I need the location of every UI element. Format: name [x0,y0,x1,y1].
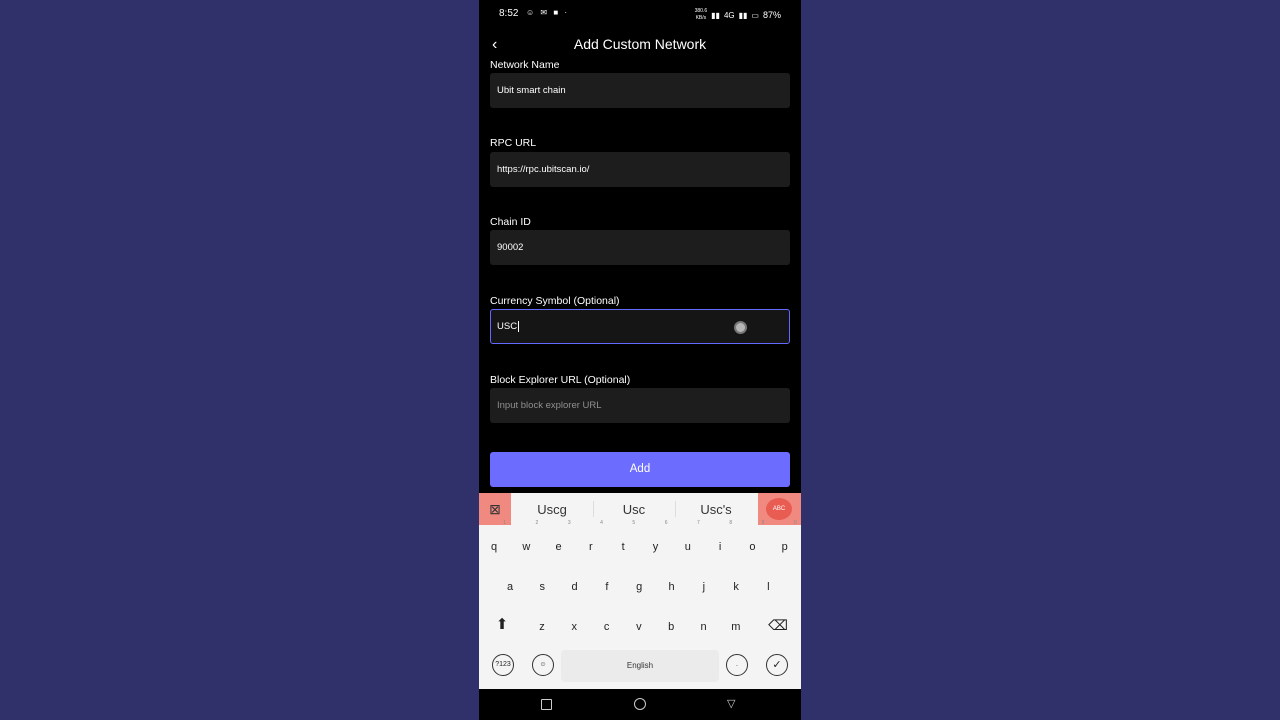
key-number-hint: 5 [632,520,636,526]
signal-icon-2: ▮▮ [738,10,748,20]
signal-icon: ▮▮ [711,10,720,20]
key-y[interactable]: y [641,529,671,565]
key-k[interactable]: k [721,569,751,605]
key-z[interactable]: z [527,609,557,645]
key-number-hint: 2 [535,520,539,526]
key-c[interactable]: c [592,609,622,645]
key-j[interactable]: j [689,569,719,605]
key-number-hint: 9 [761,520,765,526]
numbers-key[interactable]: ?123 [492,654,514,676]
phone-screen: 8:52 ☺ ✉ ■ · 380.6 KB/s ▮▮ 4G ▮▮ ▭ 87% ‹… [479,0,801,720]
key-n[interactable]: n [689,609,719,645]
speed-bottom: KB/s [695,15,707,21]
key-p[interactable]: p [770,529,800,565]
touch-indicator [734,321,747,334]
add-button[interactable]: Add [490,452,790,487]
key-h[interactable]: h [657,569,687,605]
key-s[interactable]: s [527,569,557,605]
home-icon[interactable] [634,698,646,710]
key-number-hint: 3 [567,520,571,526]
emoji-icon[interactable]: ☺ [532,654,554,676]
suggestion-bar: ⊠ Uscg Usc Usc's ABC [479,493,801,525]
key-number-hint: 1 [503,520,506,526]
key-b[interactable]: b [656,609,686,645]
currency-symbol-value: USC [497,321,518,332]
page-title: Add Custom Network [573,36,707,52]
recents-icon[interactable] [541,699,552,710]
key-r[interactable]: r [576,529,606,565]
speed-top: 380.6 [694,8,708,14]
backspace-icon[interactable]: ⌫ [763,607,793,643]
key-t[interactable]: t [608,529,638,565]
notification-icons: ☺ ✉ ■ · [526,8,570,17]
key-x[interactable]: x [559,609,589,645]
key-m[interactable]: m [721,609,751,645]
suggestion-3[interactable]: Usc's [675,493,757,525]
abc-icon: ABC [766,498,792,520]
key-i[interactable]: i [705,529,735,565]
key-number-hint: 4 [600,520,603,526]
key-w[interactable]: w [511,529,541,565]
key-d[interactable]: d [560,569,590,605]
key-l[interactable]: l [753,569,783,605]
chain-id-input[interactable]: 90002 [490,230,790,265]
status-bar: 8:52 ☺ ✉ ■ · 380.6 KB/s ▮▮ 4G ▮▮ ▭ 87% [479,0,801,28]
period-key[interactable]: . [726,654,748,676]
key-q[interactable]: q [479,529,509,565]
suggestion-1[interactable]: Uscg [511,493,593,525]
key-g[interactable]: g [624,569,654,605]
battery-percent: 87% [762,10,781,20]
shift-icon[interactable]: ⬆ [487,607,517,643]
rpc-url-label: RPC URL [490,137,537,149]
clipboard-icon[interactable]: ⊠ [479,493,511,525]
app-bar: ‹ Add Custom Network [479,28,801,62]
key-number-hint: 7 [697,520,700,526]
soft-keyboard: ⊠ Uscg Usc Usc's ABC 1 q 2 w 3 e 4 r 5 t 6 y 7 u 8 i 9 o 0… [479,493,801,689]
network-speed-icon: 380.6 KB/s [695,8,708,22]
system-nav-bar: ▽ [479,689,801,720]
currency-symbol-input[interactable]: USC [490,309,790,344]
key-number-hint: 0 [793,520,797,526]
key-f[interactable]: f [592,569,622,605]
currency-symbol-label: Currency Symbol (Optional) [490,295,620,307]
network-type: 4G [723,10,735,20]
network-name-input[interactable]: Ubit smart chain [490,73,790,108]
rpc-url-input[interactable]: https://rpc.ubitscan.io/ [490,152,790,187]
key-u[interactable]: u [673,529,703,565]
space-bar[interactable]: English [561,650,719,682]
back-triangle-icon[interactable]: ▽ [727,697,735,710]
text-caret [518,320,520,332]
key-a[interactable]: a [495,569,525,605]
enter-check-icon[interactable]: ✓ [766,654,788,676]
key-o[interactable]: o [737,529,767,565]
key-number-hint: 8 [729,520,733,526]
chain-id-label: Chain ID [490,216,531,228]
block-explorer-input[interactable]: Input block explorer URL [490,388,790,423]
status-time: 8:52 [499,8,519,19]
key-number-hint: 6 [664,520,668,526]
battery-icon: ▭ [751,10,759,20]
key-e[interactable]: e [544,529,574,565]
network-name-label: Network Name [490,59,560,71]
key-v[interactable]: v [624,609,654,645]
status-right: 380.6 KB/s ▮▮ 4G ▮▮ ▭ 87% [695,8,781,22]
block-explorer-label: Block Explorer URL (Optional) [490,374,631,386]
